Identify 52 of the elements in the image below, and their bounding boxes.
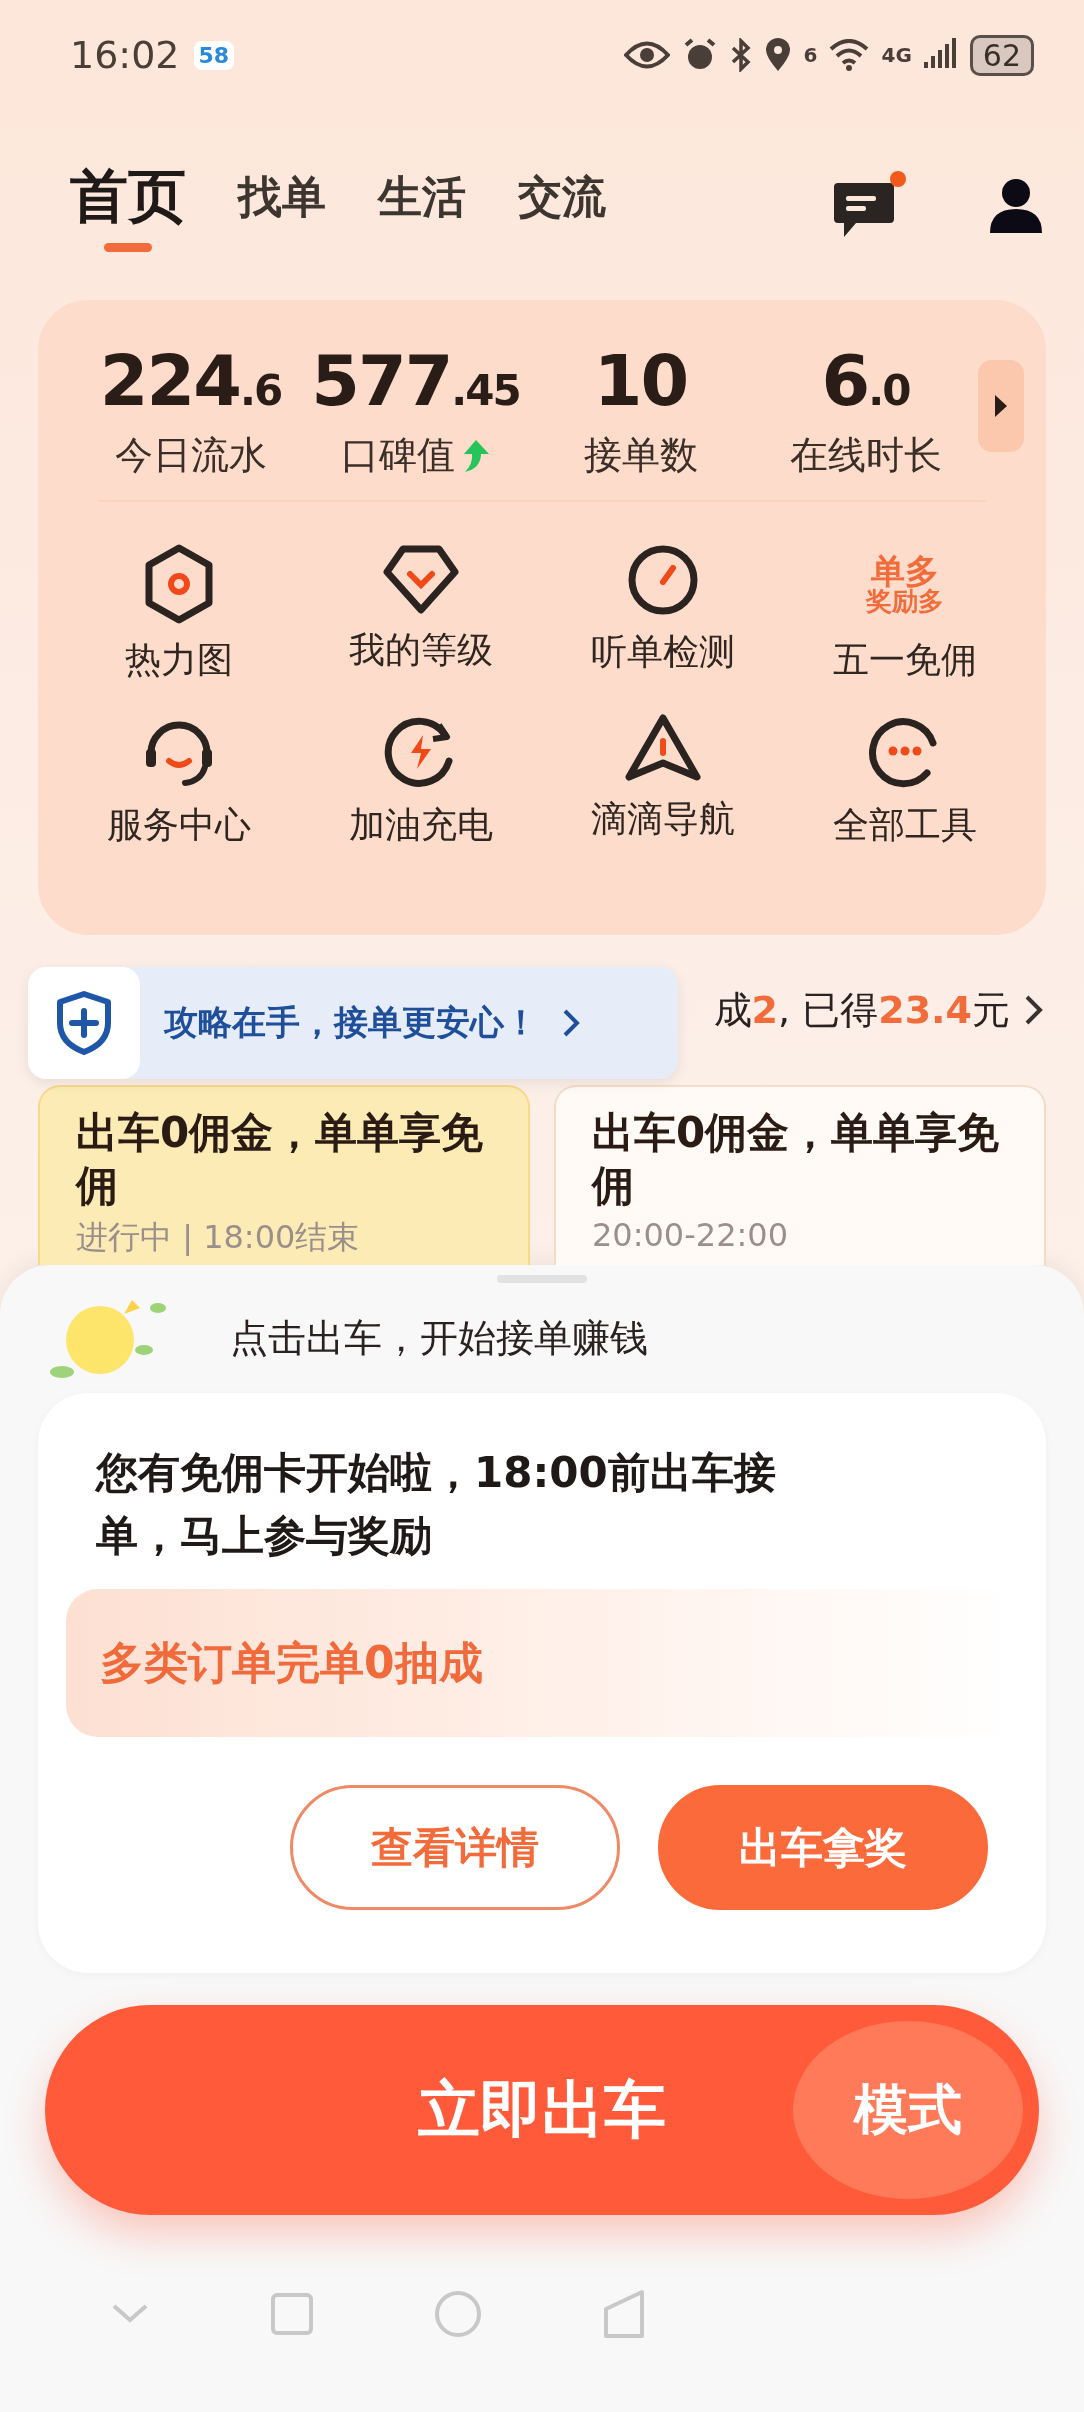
stat-value: 224.6: [99, 340, 282, 422]
eye-icon: [623, 40, 670, 70]
wifi-icon: [829, 39, 870, 71]
nav-tab[interactable]: 生活: [378, 167, 466, 243]
navigation-icon: [625, 713, 701, 783]
tool-shortcut[interactable]: 全部工具: [784, 713, 1026, 850]
caret-right-icon: [993, 393, 1009, 419]
highlight-text: 多类订单完单0抽成: [100, 1635, 483, 1690]
app-notification-icon: 58: [193, 40, 235, 70]
profile-icon[interactable]: [988, 177, 1044, 233]
stat-label: 今日流水: [114, 432, 267, 479]
stat-value: 6.0: [821, 340, 910, 422]
battery-level: 62: [969, 34, 1034, 76]
stat-value: 577.45: [311, 340, 520, 422]
promo-title: 出车0佣金，单单享免佣: [592, 1107, 1001, 1212]
wifi-standard-label: 6: [803, 43, 818, 67]
tool-shortcut[interactable]: 滴滴导航: [542, 713, 784, 850]
stat-label: 接单数: [583, 432, 698, 479]
hexagon-icon: [143, 544, 215, 624]
shield-plus-icon: [56, 991, 112, 1055]
chevron-right-icon[interactable]: [562, 1008, 580, 1038]
notice-title: 您有免佣卡开始啦，18:00前出车接单，马上参与奖励: [96, 1447, 777, 1562]
clock: 16:02: [70, 33, 180, 77]
greeting-text: 点击出车，开始接单赚钱: [230, 1314, 648, 1362]
network-type-label: 4G: [881, 43, 912, 67]
tool-shortcut[interactable]: 我的等级: [300, 544, 542, 685]
shield-chevron-icon: [383, 544, 459, 614]
promo-logo-text: 单多: [871, 554, 939, 588]
tool-shortcut[interactable]: 单多 奖励多 五一免佣: [784, 544, 1026, 685]
nav-tab[interactable]: 首页: [70, 158, 186, 252]
nav-tab[interactable]: 交流: [518, 167, 606, 243]
tip-link[interactable]: 攻略在手，接单更安心！: [164, 1000, 538, 1046]
promo-time: 20:00-22:00: [592, 1216, 789, 1254]
tool-shortcut[interactable]: 服务中心: [58, 713, 300, 850]
promo-time: 进行中 | 18:00结束: [76, 1217, 361, 1258]
expand-button[interactable]: [978, 360, 1024, 452]
stat-label: 在线时长: [789, 432, 942, 479]
location-icon: [763, 37, 792, 73]
chevron-right-icon[interactable]: [1024, 994, 1044, 1026]
tool-shortcut[interactable]: 听单检测: [542, 544, 784, 685]
stat-value: 10: [593, 340, 688, 422]
promo-logo-text: 奖励多: [866, 588, 944, 614]
tool-shortcut[interactable]: 加油充电: [300, 713, 542, 850]
stat-label: 口碑值: [340, 432, 455, 479]
promo-title: 出车0佣金，单单享免佣: [76, 1107, 485, 1212]
tool-shortcut[interactable]: 热力图: [58, 544, 300, 685]
task-summary[interactable]: 成2, 已得23.4元: [713, 984, 1010, 1036]
bluetooth-icon: [729, 38, 752, 72]
nav-tab[interactable]: 找单: [238, 167, 326, 243]
gauge-icon: [627, 544, 699, 616]
promo-card[interactable]: 出车0佣金，单单享免佣 20:00-22:00: [554, 1085, 1046, 1265]
promo-card[interactable]: 出车0佣金，单单享免佣 进行中 | 18:00结束: [38, 1085, 530, 1265]
